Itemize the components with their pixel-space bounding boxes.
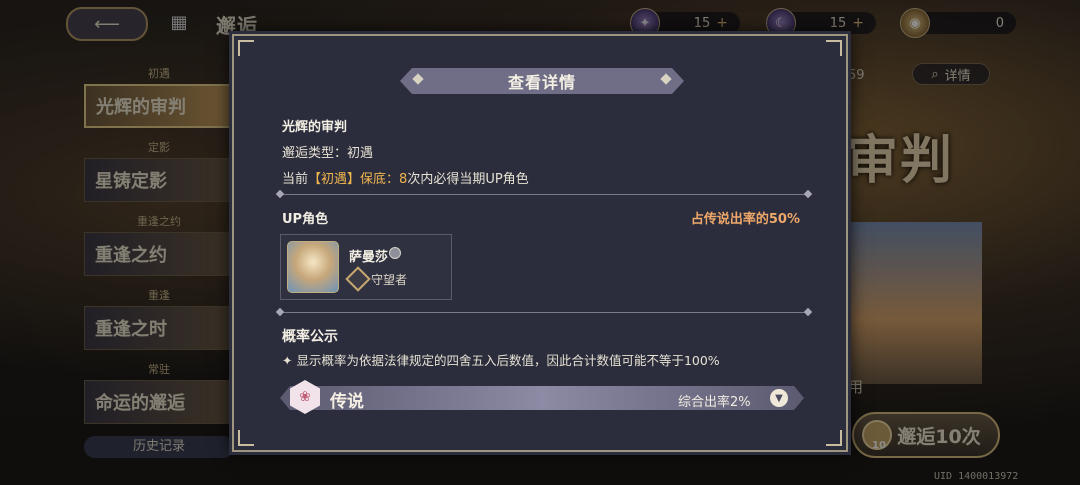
character-avatar — [287, 241, 339, 293]
section-divider — [280, 194, 808, 195]
element-icon — [389, 247, 401, 259]
character-role: 守望者 — [371, 273, 408, 287]
probability-title: 概率公示 — [282, 329, 338, 345]
frame-corner-ornament — [826, 40, 842, 56]
pity-info: 当前【初遇】保底：8次内必得当期UP角色 — [282, 168, 529, 187]
rarity-rate: 综合出率2% — [678, 395, 751, 410]
pity-tag: 【初遇】保底： — [308, 172, 400, 187]
role-icon — [345, 266, 371, 292]
rarity-label: 传说 — [330, 392, 364, 412]
pity-prefix: 当前 — [282, 172, 309, 187]
pity-suffix: 次内必得当期UP角色 — [407, 172, 529, 187]
frame-corner-ornament — [238, 430, 254, 446]
section-divider — [280, 312, 808, 313]
character-name: 萨曼莎 — [349, 250, 389, 265]
banner-type: 邂逅类型：初遇 — [282, 146, 374, 161]
chevron-down-icon[interactable]: ▼ — [770, 389, 788, 407]
dialog-title: 查看详情 — [400, 68, 684, 94]
frame-corner-ornament — [238, 40, 254, 56]
banner-name: 光辉的审判 — [282, 120, 348, 135]
up-rate-text: 占传说出率的50% — [690, 212, 800, 227]
probability-note: ✦ 显示概率为依据法律规定的四舍五入后数值，因此合计数值可能不等于100% — [282, 353, 720, 368]
frame-corner-ornament — [826, 430, 842, 446]
up-section-title: UP角色 — [282, 212, 329, 227]
detail-dialog: 查看详情 光辉的审判 邂逅类型：初遇 当前【初遇】保底：8次内必得当期UP角色 … — [232, 34, 848, 452]
up-character-card[interactable]: 萨曼莎 守望者 — [280, 234, 452, 300]
